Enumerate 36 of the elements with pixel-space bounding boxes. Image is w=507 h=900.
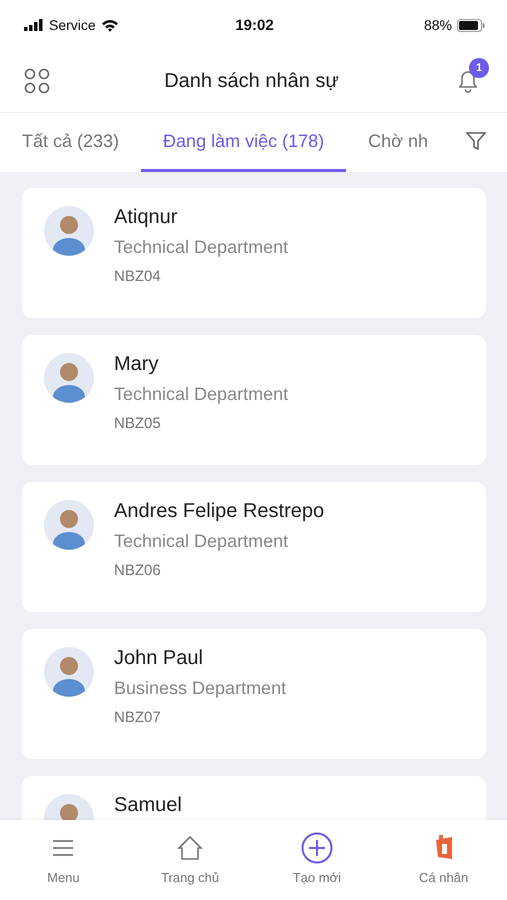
- menu-icon: [52, 839, 74, 857]
- apps-icon[interactable]: [24, 68, 50, 94]
- notification-badge: 1: [469, 58, 489, 78]
- employee-department: Technical Department: [114, 531, 290, 552]
- employee-code: NBZ07: [114, 709, 162, 726]
- add-icon: [300, 832, 333, 864]
- avatar-icon: [44, 206, 94, 256]
- employee-name: Atiqnur: [114, 206, 178, 229]
- employee-name: John Paul: [114, 647, 204, 670]
- employee-name: Mary: [114, 353, 160, 376]
- employee-code: NBZ05: [114, 415, 162, 432]
- employee-name: Andres Felipe Restrepo: [114, 500, 324, 523]
- filter-icon[interactable]: [465, 130, 487, 152]
- nav-profile-button[interactable]: Cá nhân: [380, 820, 507, 900]
- nav-create-button[interactable]: Tạo mới: [254, 820, 380, 900]
- employee-code: NBZ06: [114, 562, 162, 579]
- employee-department: Technical Department: [114, 237, 288, 258]
- avatar-icon: [44, 500, 94, 550]
- avatar-icon: [44, 647, 94, 697]
- nav-home-button[interactable]: Trang chủ: [126, 820, 254, 900]
- page-title: Danh sách nhân sự: [163, 70, 340, 92]
- wifi-icon: [100, 18, 119, 32]
- battery-percentage: 88%: [424, 17, 452, 33]
- tab[interactable]: Chờ nh: [346, 113, 450, 172]
- signal-icon: [24, 19, 44, 31]
- employee-code: NBZ04: [114, 268, 162, 285]
- home-icon: [177, 835, 204, 861]
- employee-department: Technical Department: [114, 384, 288, 405]
- carrier-name: Service: [49, 17, 96, 33]
- employee-name: Samuel: [114, 794, 182, 817]
- clock-time: 19:02: [235, 16, 274, 34]
- tab[interactable]: Tất cả (233): [22, 113, 142, 172]
- employee-department: Business Department: [114, 678, 286, 699]
- nav-menu-button[interactable]: Menu: [0, 820, 127, 900]
- battery-icon: [457, 18, 485, 32]
- avatar-icon: [44, 353, 94, 403]
